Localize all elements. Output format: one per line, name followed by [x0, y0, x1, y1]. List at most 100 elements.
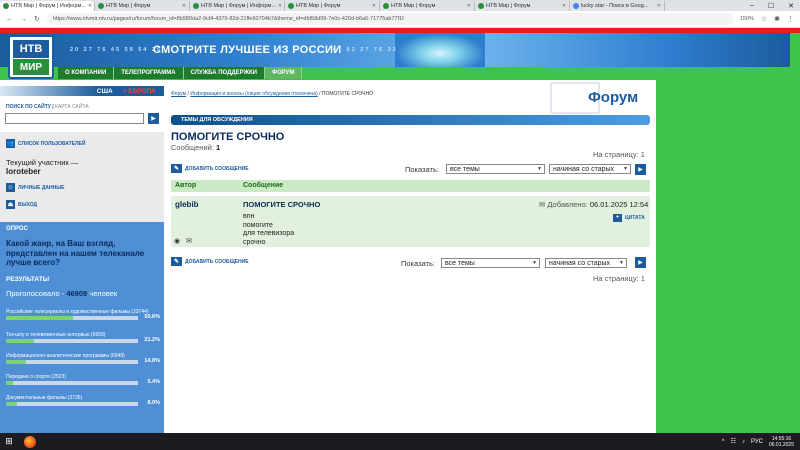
language-indicator[interactable]: РУС [751, 439, 763, 445]
poll-bar [6, 339, 138, 343]
close-tab-icon[interactable]: ✕ [467, 3, 471, 9]
close-tab-icon[interactable]: ✕ [88, 3, 92, 9]
close-tab-icon[interactable]: ✕ [278, 3, 282, 9]
volume-icon[interactable]: ♪ [742, 439, 745, 445]
url-field[interactable]: https://www.ntvmir.ntv.ru/pages/ru/forum… [46, 13, 733, 25]
show-label-bottom: Показать: [401, 259, 435, 268]
per-page-bottom: На страницу: 1 [593, 274, 645, 283]
nav-item-forum[interactable]: ФОРУМ [265, 67, 303, 79]
browser-tab[interactable]: lucky star - Поиск в Goog... ✕ [570, 1, 665, 11]
profile-link[interactable]: ☺ ЛИЧНЫЕ ДАННЫЕ [6, 183, 64, 192]
search-label-text: ПОИСК ПО САЙТУ [6, 104, 51, 110]
poll-option: Документальные фильмы (3735) 8.0% [6, 395, 160, 406]
quote-button[interactable]: ❝ ЦИТАТА [613, 214, 645, 222]
add-message-button-bottom[interactable]: ✎ ДОБАВИТЬ СООБЩЕНИЕ [171, 257, 249, 266]
apply-filter-button-bottom[interactable]: ▶ [635, 257, 646, 268]
close-window-icon[interactable]: ✕ [788, 2, 794, 10]
close-tab-icon[interactable]: ✕ [182, 3, 186, 9]
page-title: Форум [588, 89, 639, 106]
poll-option: Информационно-аналитические программы (6… [6, 353, 160, 364]
apply-filter-button[interactable]: ▶ [635, 164, 646, 175]
chevron-up-icon[interactable]: ^ [722, 439, 725, 445]
region-europe-link[interactable]: > ЕВРОПА [123, 88, 156, 95]
per-page-value[interactable]: 1 [641, 274, 645, 283]
message-count: Сообщений: 1 [171, 143, 221, 152]
window-controls: – ☐ ✕ [750, 0, 800, 11]
minimize-icon[interactable]: – [750, 2, 754, 9]
breadcrumb-section-link[interactable]: Информация и анонсы (опция обсуждения от… [190, 91, 317, 97]
zoom-level[interactable]: 150% [740, 16, 754, 22]
network-icon[interactable]: ☷ [731, 438, 736, 445]
profile-icon[interactable]: ◉ [174, 237, 180, 245]
clock[interactable]: 14:55:16 06.01.2025 [769, 436, 794, 448]
google-favicon-icon [573, 3, 579, 9]
profile-icon: ☺ [6, 183, 15, 192]
poll-heading: ОПРОС [6, 226, 28, 232]
post-author[interactable]: glebib [175, 200, 199, 209]
header-numbers-right: 67 82 27 76 33 [333, 47, 398, 53]
sort-order-select[interactable]: начиная со старых ▼ [549, 164, 631, 174]
browser-tab[interactable]: НТВ Мир | Форум ✕ [95, 1, 190, 11]
post-author-icons: ◉ ✉ [174, 237, 192, 245]
logo-top-text: НТВ [13, 40, 49, 58]
nav-item-company[interactable]: О КОМПАНИИ [58, 67, 115, 79]
search-input[interactable] [5, 113, 144, 124]
back-icon[interactable]: ← [6, 16, 13, 23]
topic-filter-select[interactable]: все темы ▼ [446, 164, 545, 174]
poll-results-heading: РЕЗУЛЬТАТЫ [6, 276, 50, 283]
mail-icon[interactable]: ✉ [186, 237, 192, 245]
star-icon[interactable]: ☆ [761, 15, 767, 23]
poll-option: Российские телесериалы и художественные … [6, 309, 160, 320]
forward-icon[interactable]: → [20, 16, 27, 23]
per-page-value[interactable]: 1 [641, 150, 645, 159]
chevron-down-icon: ▼ [619, 260, 624, 266]
close-tab-icon[interactable]: ✕ [657, 3, 661, 9]
poll-votes-count: 46909 [66, 289, 88, 298]
reload-icon[interactable]: ↻ [34, 15, 40, 23]
browser-tab[interactable]: НТВ Мир | Форум ✕ [475, 1, 570, 11]
add-message-button[interactable]: ✎ ДОБАВИТЬ СООБЩЕНИЕ [171, 164, 249, 173]
system-tray: ^ ☷ ♪ РУС 14:55:16 06.01.2025 [722, 436, 800, 448]
poll-bar-fill [6, 316, 73, 320]
post-body: впн помогите для телевизора срочно [243, 213, 295, 246]
sitemap-link[interactable]: КАРТА САЙТА [55, 104, 89, 110]
windows-start-icon[interactable]: ⊞ [0, 433, 18, 450]
close-tab-icon[interactable]: ✕ [372, 3, 376, 9]
logout-link[interactable]: ⏏ ВЫХОД [6, 200, 37, 209]
header-eye-image [395, 33, 485, 67]
firefox-icon[interactable] [24, 435, 36, 448]
column-message: Сообщение [243, 182, 284, 189]
topic-filter-select-bottom[interactable]: все темы ▼ [441, 258, 540, 268]
logout-icon: ⏏ [6, 200, 15, 209]
breadcrumb-current: ПОМОГИТЕ СРОЧНО [321, 91, 373, 97]
maximize-icon[interactable]: ☐ [768, 2, 774, 10]
poll-option: Ток-шоу и телевизионные интервью (9959) 2… [6, 332, 160, 343]
ntv-mir-logo[interactable]: НТВ МИР [8, 35, 54, 79]
nav-bar-background [320, 67, 790, 79]
browser-tab[interactable]: НТВ Мир | Форум | Информ... ✕ [190, 1, 285, 11]
poll-bar [6, 360, 138, 364]
chevron-down-icon: ▼ [532, 260, 537, 266]
search-submit-button[interactable]: ▶ [148, 113, 159, 124]
poll-bar-fill [6, 402, 17, 406]
sort-order-select-bottom[interactable]: начиная со старых ▼ [545, 258, 627, 268]
browser-tab-bar: НТВ Мир | Форум | Информ... ✕ НТВ Мир | Ф… [0, 0, 800, 11]
browser-tab[interactable]: НТВ Мир | Форум ✕ [380, 1, 475, 11]
extensions-icon[interactable]: ✱ [774, 15, 780, 23]
users-list-link[interactable]: 👥 СПИСОК ПОЛЬЗОВАТЕЛЕЙ [6, 139, 85, 148]
menu-icon[interactable]: ⋮ [787, 15, 794, 23]
browser-tab[interactable]: НТВ Мир | Форум | Информ... ✕ [0, 1, 95, 11]
site-favicon-icon [193, 3, 199, 9]
nav-item-support[interactable]: СЛУЖБА ПОДДЕРЖКИ [184, 67, 265, 79]
add-message-icon: ✎ [171, 164, 182, 173]
poll-question: Какой жанр, на Ваш взгляд, представлен н… [6, 239, 145, 267]
nav-item-tv-program[interactable]: ТЕЛЕПРОГРАММА [114, 67, 184, 79]
region-usa-link[interactable]: США [97, 88, 113, 95]
close-tab-icon[interactable]: ✕ [562, 3, 566, 9]
header-numbers-left: 20 27 76 45 59 54 25 [70, 47, 162, 53]
search-label: ПОИСК ПО САЙТУ | КАРТА САЙТА [6, 104, 89, 110]
users-icon: 👥 [6, 139, 15, 148]
table-header: Автор Сообщение [171, 180, 650, 192]
browser-tab[interactable]: НТВ Мир | Форум ✕ [285, 1, 380, 11]
breadcrumb-forum-link[interactable]: Форум [171, 91, 186, 97]
